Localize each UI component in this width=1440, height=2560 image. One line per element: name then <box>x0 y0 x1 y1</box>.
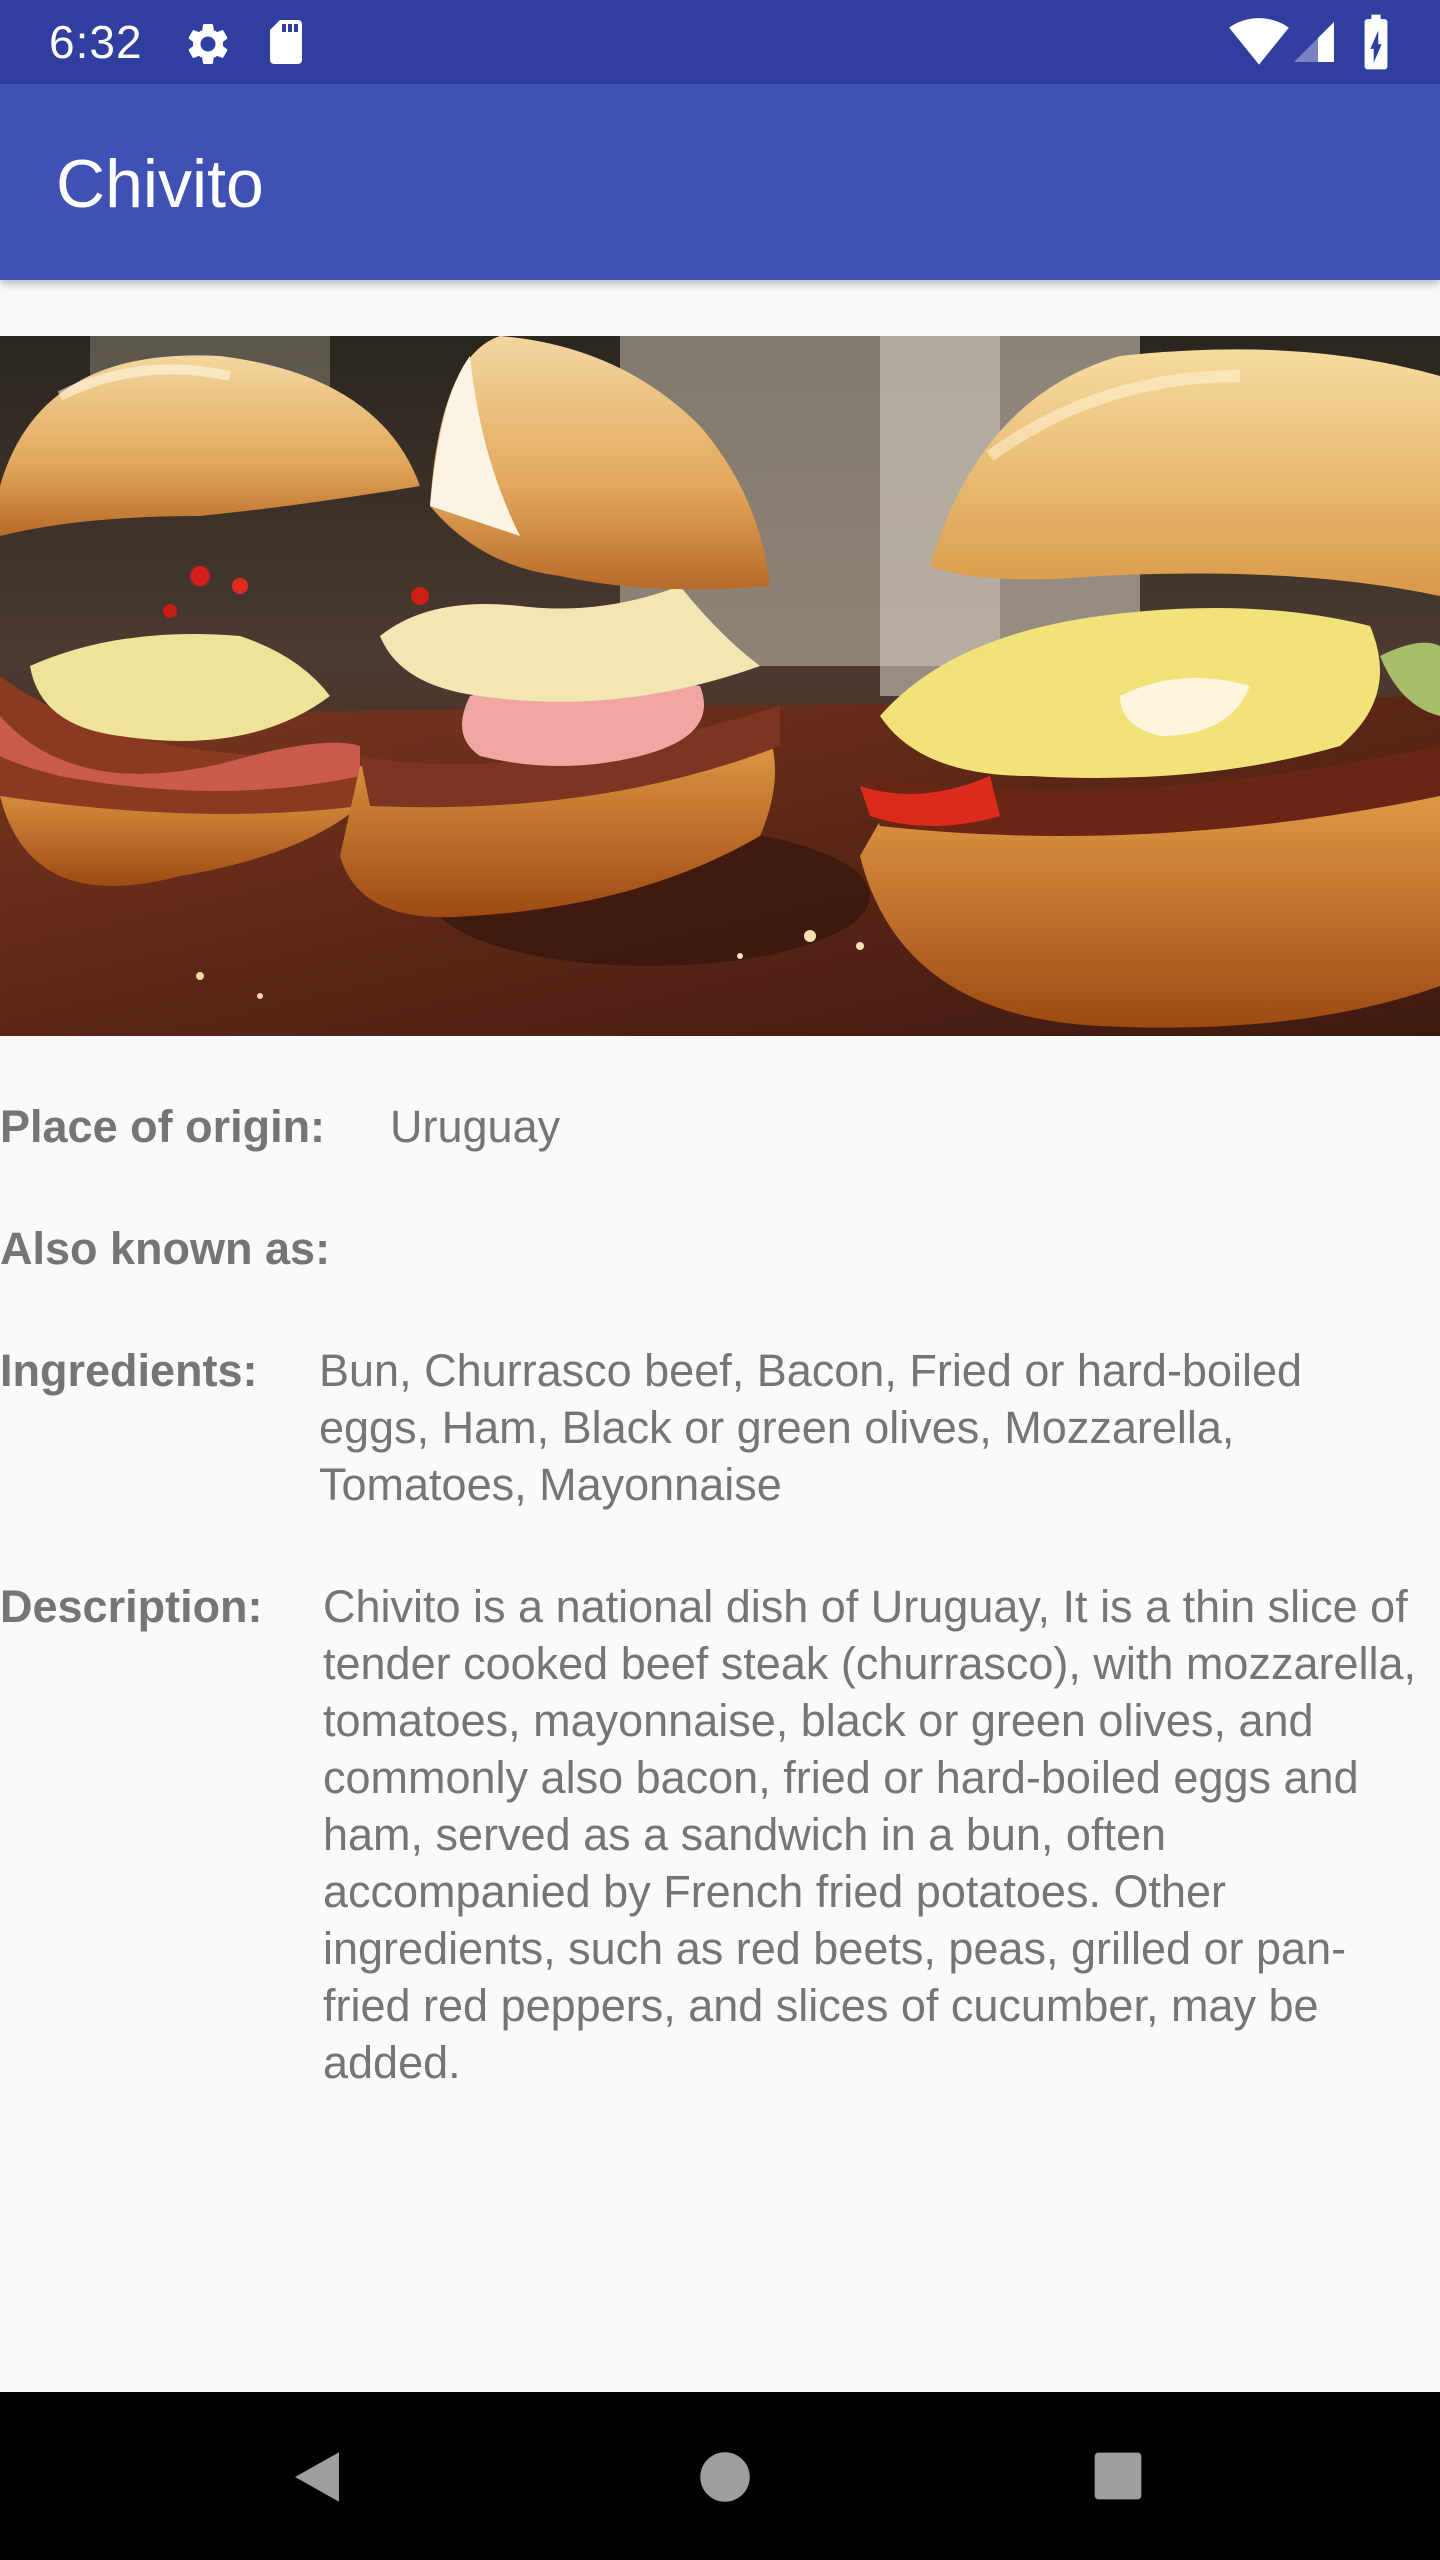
battery-charging-icon <box>1364 14 1388 70</box>
back-icon[interactable] <box>284 2444 350 2510</box>
page-title: Chivito <box>56 146 264 222</box>
description-label: Description: <box>0 1581 263 1632</box>
recents-icon[interactable] <box>1090 2448 1146 2504</box>
sandwich-photo <box>0 336 1440 1036</box>
app-bar: Chivito <box>0 84 1440 280</box>
ingredients-value: Bun, Churrasco beef, Bacon, Fried or har… <box>319 1345 1303 1510</box>
wifi-icon <box>1229 18 1289 65</box>
cell-signal-icon <box>1294 22 1334 62</box>
gear-icon <box>188 23 228 64</box>
status-time: 6:32 <box>49 16 143 68</box>
screen: 6:32 Chivito Place of origin: Uruguay Al… <box>0 0 1440 2560</box>
ingredients-label: Ingredients: <box>0 1345 258 1396</box>
navigation-bar <box>0 2392 1440 2560</box>
sd-card-icon <box>270 20 302 64</box>
origin-value: Uruguay <box>390 1101 561 1152</box>
status-bar: 6:32 <box>0 0 1440 84</box>
description-value: Chivito is a national dish of Uruguay, I… <box>323 1581 1417 2088</box>
home-icon[interactable] <box>692 2444 758 2510</box>
origin-label: Place of origin: <box>0 1101 326 1152</box>
also-known-as-label: Also known as: <box>0 1223 331 1274</box>
